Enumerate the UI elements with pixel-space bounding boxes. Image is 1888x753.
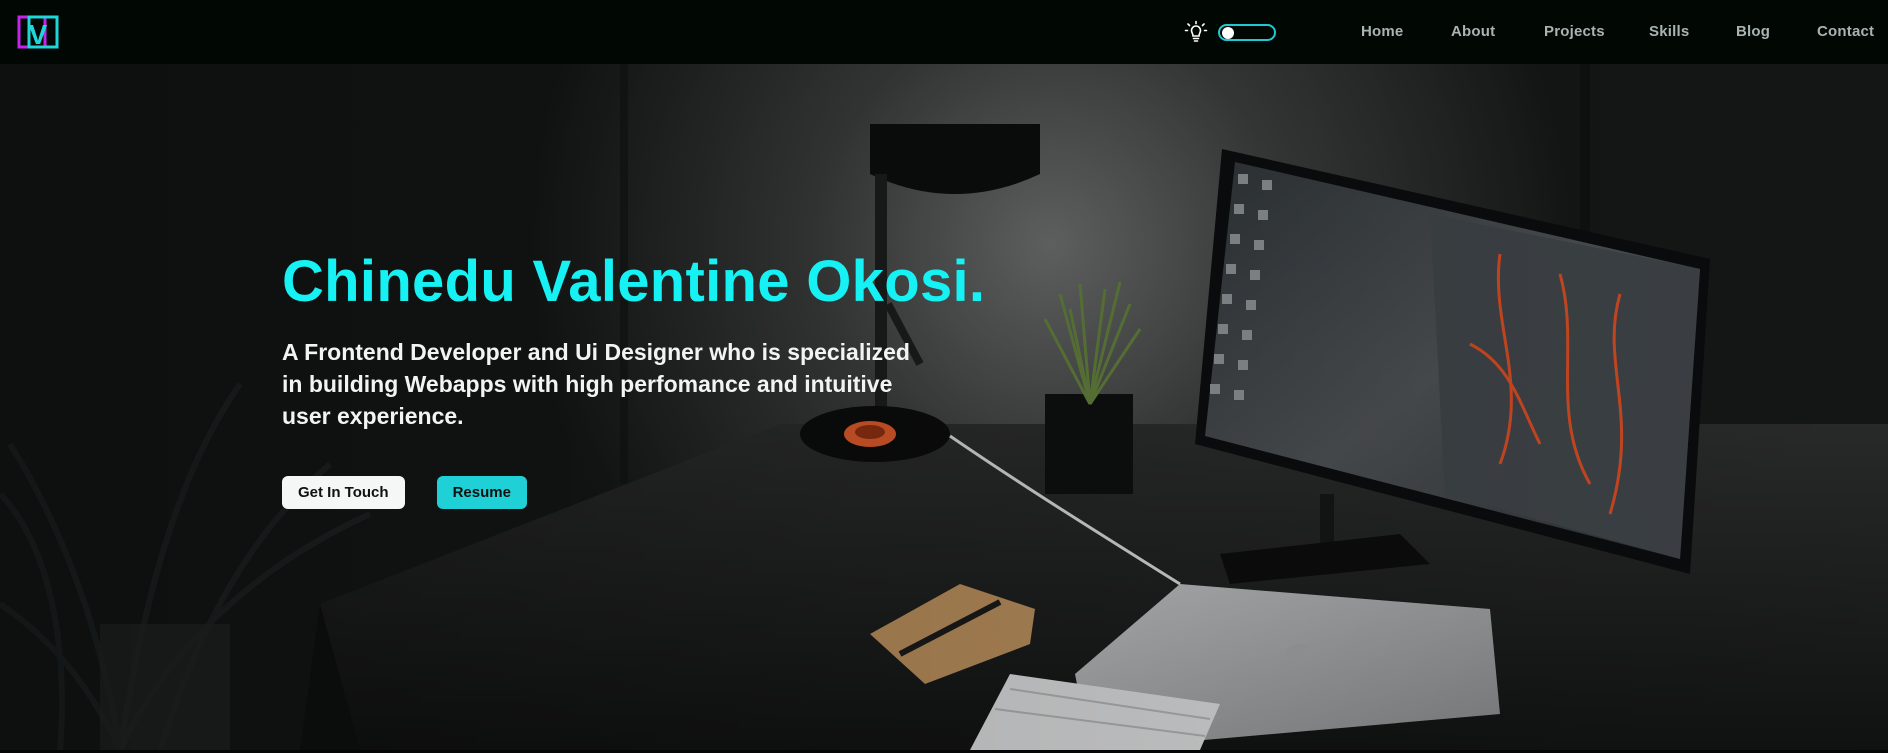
nav-link-contact[interactable]: Contact: [1817, 23, 1874, 40]
get-in-touch-button[interactable]: Get In Touch: [282, 475, 405, 509]
hero-title: Chinedu Valentine Okosi.: [282, 249, 986, 314]
hero-content: Chinedu Valentine Okosi. A Frontend Deve…: [282, 250, 1042, 509]
resume-button[interactable]: Resume: [436, 475, 527, 509]
nav-link-projects[interactable]: Projects: [1544, 23, 1605, 40]
nav-link-blog[interactable]: Blog: [1736, 23, 1770, 40]
hero-subtitle: A Frontend Developer and Ui Designer who…: [282, 338, 910, 429]
hero-actions: Get In Touch Resume: [282, 475, 1042, 509]
navbar: V Home About Projects Skills Blog Contac…: [0, 0, 1888, 64]
main-nav: Home About Projects Skills Blog Contact: [0, 0, 1888, 64]
nav-link-skills[interactable]: Skills: [1649, 23, 1689, 40]
hero-section: Chinedu Valentine Okosi. A Frontend Deve…: [0, 64, 1888, 750]
nav-link-about[interactable]: About: [1451, 23, 1495, 40]
nav-link-home[interactable]: Home: [1361, 23, 1403, 40]
